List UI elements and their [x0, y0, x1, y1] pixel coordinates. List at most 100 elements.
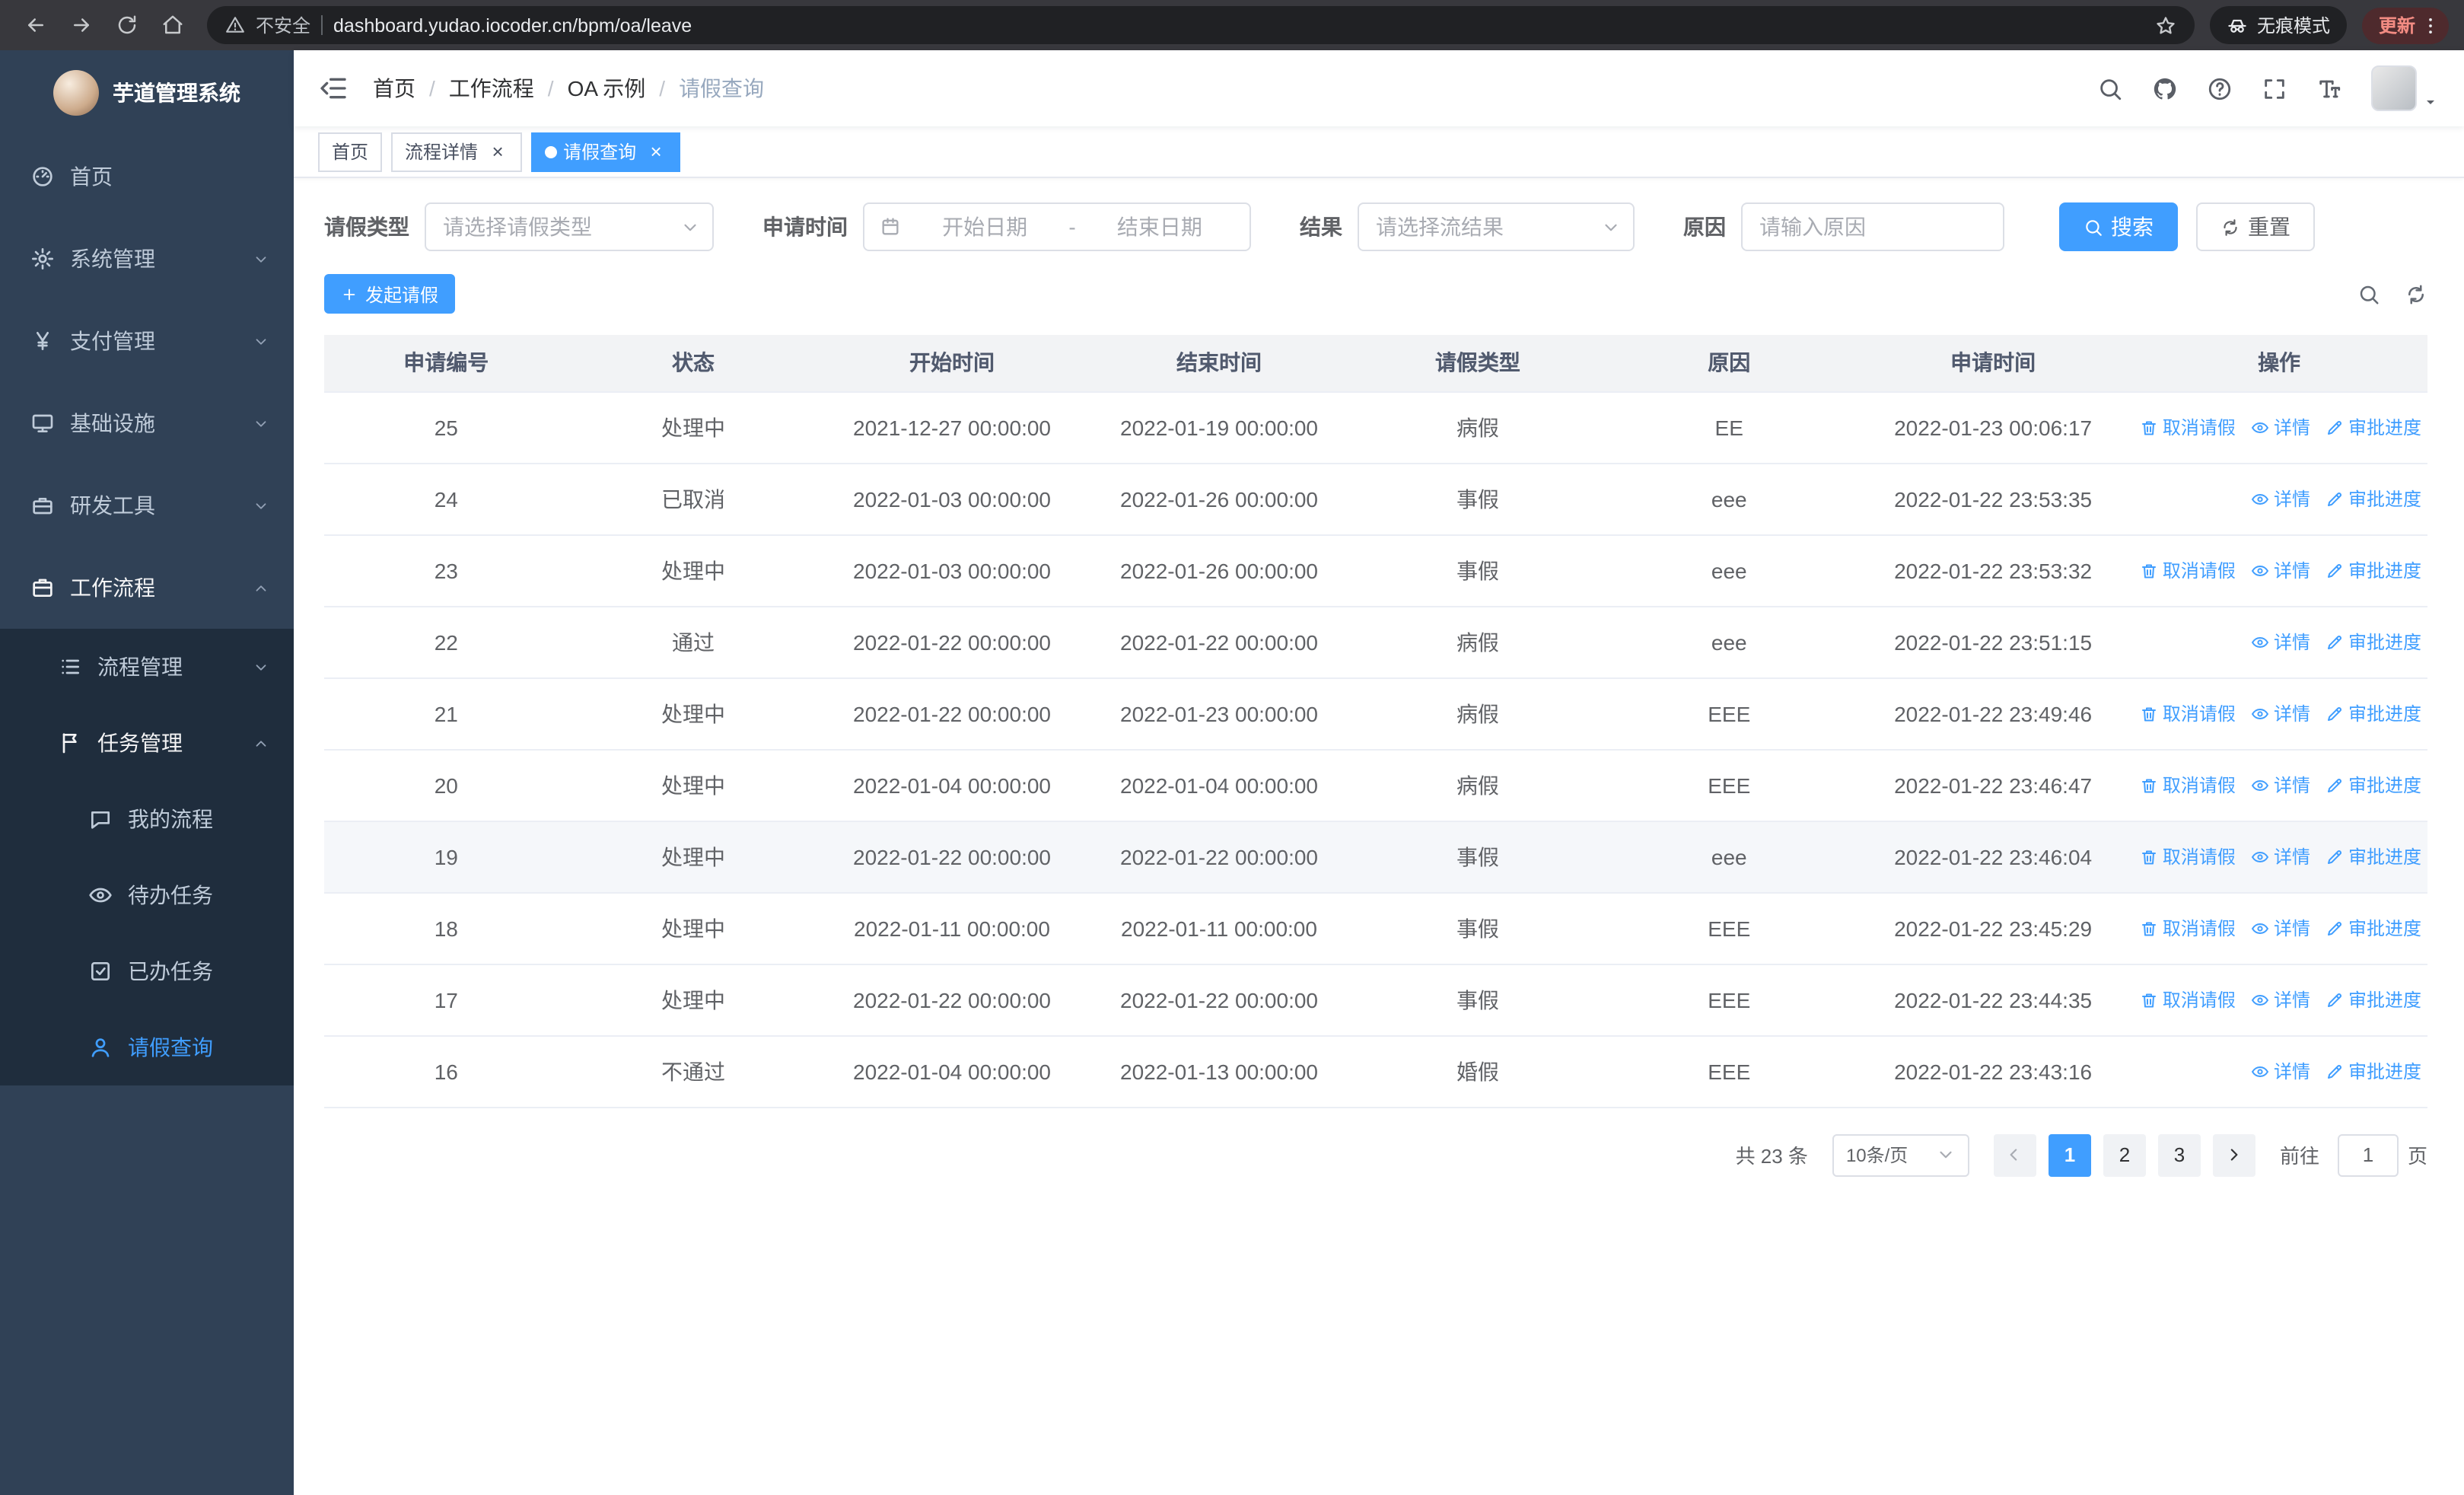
- detail-action-link[interactable]: 详情: [2251, 1058, 2310, 1084]
- column-header: 原因: [1603, 335, 1856, 392]
- detail-action-link[interactable]: 详情: [2251, 414, 2310, 440]
- sidebar-item-leave-query[interactable]: 请假查询: [0, 1009, 294, 1085]
- cell-leave-type: 事假: [1352, 534, 1603, 607]
- sidebar-item-task-management[interactable]: 任务管理: [0, 705, 294, 781]
- detail-action-link[interactable]: 详情: [2251, 843, 2310, 869]
- sidebar-item-workflow[interactable]: 工作流程: [0, 547, 294, 629]
- goto-suffix: 页: [2407, 1145, 2427, 1168]
- browser-menu-icon[interactable]: [2420, 14, 2441, 36]
- leave-table: 申请编号 状态 开始时间 结束时间 请假类型 原因 申请时间 操作 25 处理中 2021-12-…: [324, 335, 2427, 1108]
- cancel-action-link[interactable]: 取消请假: [2140, 843, 2236, 869]
- sidebar-fold-icon[interactable]: [318, 73, 349, 104]
- page-size-select[interactable]: 10条/页: [1832, 1133, 1969, 1176]
- tab-close-icon[interactable]: ×: [487, 141, 508, 162]
- detail-action-link[interactable]: 详情: [2251, 772, 2310, 798]
- user-icon: [88, 1035, 113, 1060]
- sidebar-item-system-management[interactable]: 系统管理: [0, 218, 294, 300]
- cell-status: 不通过: [568, 1035, 819, 1108]
- tab-home[interactable]: 首页: [318, 132, 383, 171]
- cell-end-time: 2022-01-23 00:00:00: [1085, 677, 1353, 750]
- cell-id: 17: [324, 964, 568, 1036]
- tab-process-detail[interactable]: 流程详情 ×: [391, 132, 523, 171]
- cancel-action-link[interactable]: 取消请假: [2140, 915, 2236, 941]
- reset-button[interactable]: 重置: [2196, 202, 2315, 251]
- progress-action-link[interactable]: 审批进度: [2326, 843, 2421, 869]
- next-page-button[interactable]: [2212, 1133, 2255, 1176]
- sidebar-item-label: 基础设施: [70, 411, 155, 435]
- refresh-icon: [2220, 217, 2240, 237]
- search-button[interactable]: 搜索: [2059, 202, 2178, 251]
- github-icon[interactable]: [2152, 75, 2178, 101]
- chevron-down-icon: [253, 658, 269, 675]
- progress-action-link[interactable]: 审批进度: [2326, 700, 2421, 726]
- progress-action-link[interactable]: 审批进度: [2326, 987, 2421, 1012]
- cancel-action-link[interactable]: 取消请假: [2140, 772, 2236, 798]
- progress-action-link[interactable]: 审批进度: [2326, 915, 2421, 941]
- browser-reload-icon[interactable]: [107, 5, 146, 45]
- sidebar-item-infrastructure[interactable]: 基础设施: [0, 382, 294, 464]
- breadcrumb-item[interactable]: OA 示例: [568, 73, 646, 104]
- detail-action-link[interactable]: 详情: [2251, 629, 2310, 655]
- edit-icon: [2326, 990, 2344, 1009]
- help-icon[interactable]: [2207, 75, 2233, 101]
- reason-input[interactable]: [1741, 202, 2004, 251]
- edit-icon: [2326, 633, 2344, 651]
- sidebar-item-process-management[interactable]: 流程管理: [0, 629, 294, 705]
- detail-action-link[interactable]: 详情: [2251, 915, 2310, 941]
- browser-update-button[interactable]: 更新: [2361, 7, 2449, 43]
- detail-action-link[interactable]: 详情: [2251, 700, 2310, 726]
- search-button-label: 搜索: [2111, 215, 2154, 239]
- address-bar[interactable]: 不安全 dashboard.yudao.iocoder.cn/bpm/oa/le…: [207, 6, 2195, 44]
- progress-action-link[interactable]: 审批进度: [2326, 772, 2421, 798]
- prev-page-button[interactable]: [1993, 1133, 2036, 1176]
- cancel-action-link[interactable]: 取消请假: [2140, 414, 2236, 440]
- table-row: 25 处理中 2021-12-27 00:00:00 2022-01-19 00:00…: [324, 391, 2427, 464]
- sidebar-item-todo-tasks[interactable]: 待办任务: [0, 857, 294, 933]
- breadcrumb-item[interactable]: 首页: [373, 73, 415, 104]
- apply-time-range-picker[interactable]: 开始日期 - 结束日期: [863, 202, 1251, 251]
- page-button-2[interactable]: 2: [2103, 1133, 2146, 1176]
- progress-action-link[interactable]: 审批进度: [2326, 486, 2421, 512]
- browser-forward-icon[interactable]: [61, 5, 100, 45]
- cancel-action-link[interactable]: 取消请假: [2140, 700, 2236, 726]
- browser-home-icon[interactable]: [152, 5, 192, 45]
- progress-action-link[interactable]: 审批进度: [2326, 629, 2421, 655]
- sidebar-item-done-tasks[interactable]: 已办任务: [0, 933, 294, 1009]
- column-header: 申请时间: [1855, 335, 2131, 392]
- user-avatar-menu[interactable]: [2371, 65, 2440, 111]
- progress-action-link[interactable]: 审批进度: [2326, 414, 2421, 440]
- page-button-1[interactable]: 1: [2048, 1133, 2091, 1176]
- sidebar-item-home[interactable]: 首页: [0, 135, 294, 218]
- cancel-action-link[interactable]: 取消请假: [2140, 987, 2236, 1012]
- create-leave-button[interactable]: 发起请假: [324, 274, 456, 314]
- table-search-icon[interactable]: [2357, 282, 2380, 305]
- cell-start-time: 2022-01-22 00:00:00: [818, 821, 1086, 893]
- detail-action-link[interactable]: 详情: [2251, 486, 2310, 512]
- tab-leave-query[interactable]: 请假查询 ×: [531, 132, 681, 171]
- tab-close-icon[interactable]: ×: [645, 141, 667, 162]
- breadcrumb-item[interactable]: 工作流程: [449, 73, 534, 104]
- detail-action-link[interactable]: 详情: [2251, 557, 2310, 583]
- sidebar-item-my-process[interactable]: 我的流程: [0, 781, 294, 857]
- font-size-icon[interactable]: [2316, 75, 2342, 101]
- search-icon[interactable]: [2097, 75, 2123, 101]
- fullscreen-icon[interactable]: [2262, 75, 2287, 101]
- date-range-separator: -: [1068, 215, 1076, 239]
- progress-action-link[interactable]: 审批进度: [2326, 1058, 2421, 1084]
- result-select[interactable]: 请选择流结果: [1358, 202, 1635, 251]
- sidebar-item-dev-tools[interactable]: 研发工具: [0, 464, 294, 547]
- sidebar-item-payment-management[interactable]: 支付管理: [0, 300, 294, 382]
- cancel-action-link[interactable]: 取消请假: [2140, 557, 2236, 583]
- progress-action-link[interactable]: 审批进度: [2326, 557, 2421, 583]
- table-refresh-icon[interactable]: [2405, 282, 2427, 305]
- browser-back-icon[interactable]: [15, 5, 55, 45]
- page-button-3[interactable]: 3: [2157, 1133, 2201, 1176]
- detail-action-link[interactable]: 详情: [2251, 987, 2310, 1012]
- toolbox-icon: [30, 493, 55, 518]
- update-label: 更新: [2378, 15, 2415, 37]
- user-avatar[interactable]: [2371, 65, 2417, 111]
- bookmark-star-icon[interactable]: [2155, 14, 2176, 36]
- cell-reason: eee: [1603, 534, 1856, 607]
- goto-page-input[interactable]: [2337, 1133, 2399, 1176]
- leave-type-select[interactable]: 请选择请假类型: [425, 202, 714, 251]
